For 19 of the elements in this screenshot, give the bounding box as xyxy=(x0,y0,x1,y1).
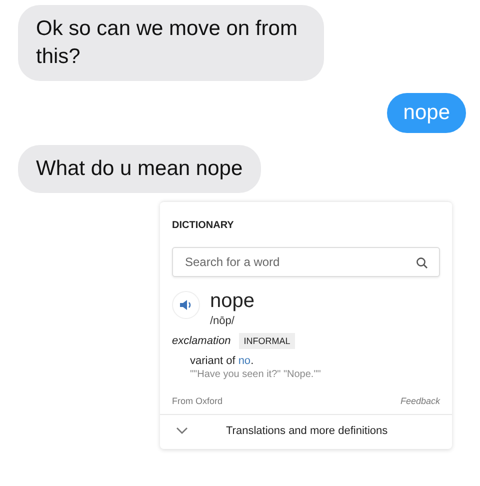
part-of-speech: exclamation xyxy=(172,335,231,347)
message-bubble: What do u mean nope xyxy=(18,145,261,193)
message-bubble: Ok so can we move on from this? xyxy=(18,5,324,81)
feedback-link[interactable]: Feedback xyxy=(400,396,440,406)
example-sentence: ""Have you seen it?" "Nope."" xyxy=(190,369,322,380)
word-link[interactable]: no xyxy=(238,355,251,367)
chevron-down-icon xyxy=(176,427,188,435)
search-field[interactable]: Search for a word xyxy=(172,247,440,277)
headword: nope xyxy=(210,289,254,313)
more-definitions-row[interactable]: Translations and more definitions xyxy=(160,414,452,449)
card-heading: DICTIONARY xyxy=(172,220,235,231)
speaker-icon xyxy=(179,299,193,311)
source-label: From Oxford xyxy=(172,396,223,406)
search-icon xyxy=(416,257,428,269)
definition: variant of no. xyxy=(190,355,255,367)
register-tag: INFORMAL xyxy=(238,333,296,349)
speaker-button[interactable] xyxy=(172,291,200,319)
message-bubble: nope xyxy=(387,93,466,133)
pronunciation: /nōp/ xyxy=(210,315,234,327)
